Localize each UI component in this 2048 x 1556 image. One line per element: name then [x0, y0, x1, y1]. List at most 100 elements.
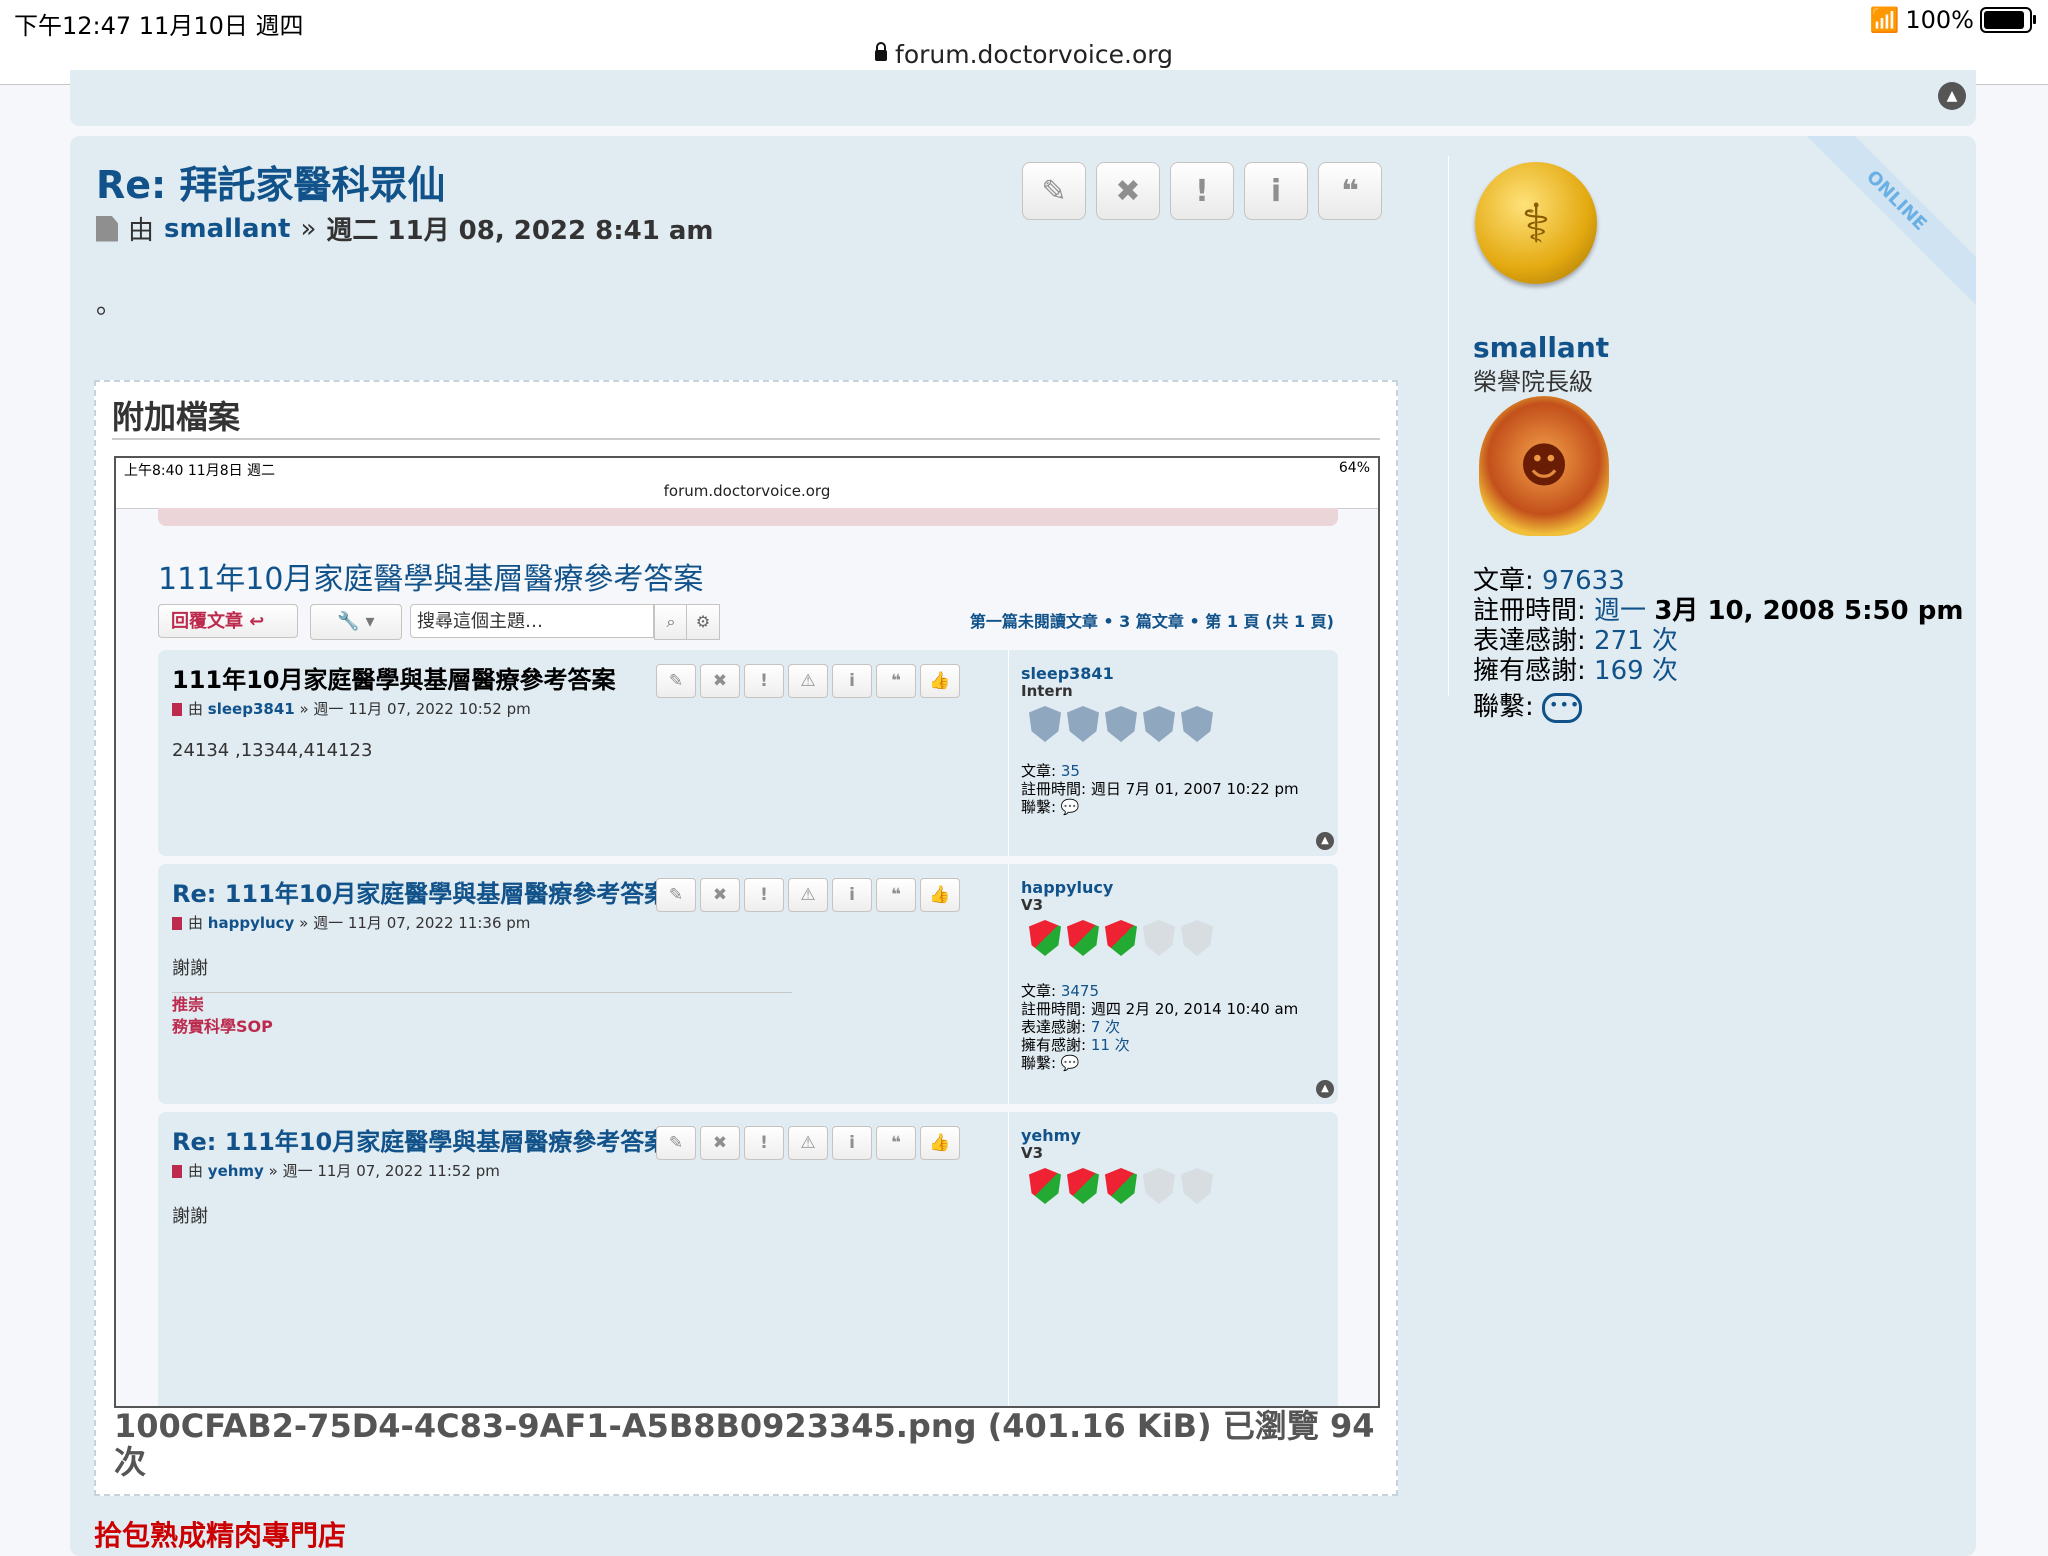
inner-top-icon: ▲ [1316, 1080, 1334, 1098]
warning-icon: ⚠ [788, 878, 828, 912]
inner-post-body: 24134 ,13344,414123 [172, 740, 373, 761]
inner-topic-title: 111年10月家庭醫學與基層醫療參考答案 [158, 562, 704, 597]
user-avatar[interactable]: ⚕ [1475, 162, 1597, 284]
post-title[interactable]: Re: 拜託家醫科眾仙 [96, 154, 445, 209]
inner-gear-icon: ⚙ [686, 604, 720, 640]
status-time: 下午12:47 11月10日 週四 [14, 12, 304, 40]
inner-profile: yehmy V3 [1008, 1112, 1213, 1406]
info-button[interactable]: i [1244, 162, 1308, 220]
close-icon: ✖ [1115, 173, 1141, 209]
profile-thanks-given-link[interactable]: 271 次 [1594, 626, 1678, 656]
profile-stats: 文章: 97633 註冊時間: 週一 3月 10, 2008 5:50 pm 表… [1473, 566, 1963, 723]
battery-icon [1980, 7, 2036, 33]
info-icon: i [832, 878, 872, 912]
profile-posts-link[interactable]: 97633 [1542, 566, 1625, 596]
inner-post-meta: 由 happylucy » 週一 11月 07, 2022 11:36 pm [172, 912, 530, 933]
lock-icon [875, 42, 888, 61]
attached-screenshot[interactable]: 上午8:40 11月8日 週二 64% forum.doctorvoice.or… [114, 456, 1380, 1408]
inner-username: sleep3841 [1021, 664, 1114, 683]
inner-signature-divider [172, 992, 792, 993]
attachment-divider [112, 438, 1380, 440]
caduceus-icon: ⚕ [1521, 191, 1551, 255]
edit-button[interactable]: ✎ [1022, 162, 1086, 220]
profile-username[interactable]: smallant [1473, 331, 1609, 364]
previous-post-panel: ▲ [70, 70, 1976, 126]
status-right: 📶 100% [1869, 6, 2036, 34]
profile-rank: 榮譽院長級 [1473, 368, 1593, 396]
thumbs-up-icon: 👍 [920, 664, 960, 698]
inner-reply-button: 回覆文章 ↩ [158, 604, 298, 638]
inner-post-body: 謝謝 [172, 958, 208, 979]
inner-username: yehmy [1021, 1126, 1081, 1145]
post-file-icon[interactable] [96, 215, 118, 242]
post-sep: » [300, 213, 317, 244]
post-author-link[interactable]: smallant [164, 214, 290, 244]
battery-percent: 100% [1905, 6, 1974, 34]
close-icon: ✖ [700, 1126, 740, 1160]
inner-stats: 文章: 35 註冊時間: 週日 7月 01, 2007 10:22 pm 聯繫:… [1021, 762, 1299, 816]
inner-status-bar: 上午8:40 11月8日 週二 64% forum.doctorvoice.or… [116, 458, 1378, 509]
inner-post-meta: 由 yehmy » 週一 11月 07, 2022 11:52 pm [172, 1160, 500, 1181]
inner-url: forum.doctorvoice.org [663, 482, 831, 500]
quote-icon: ❝ [876, 664, 916, 698]
inner-signature: 推崇 務實科學SOP [172, 995, 273, 1036]
quote-icon: ❝ [876, 878, 916, 912]
inner-search-input: 搜尋這個主題… [410, 604, 654, 638]
pencil-icon: ✎ [656, 1126, 696, 1160]
post-panel: Re: 拜託家醫科眾仙 由 smallant » 週二 11月 08, 2022… [70, 136, 1976, 1556]
inner-status-battery: 64% [1338, 460, 1370, 476]
inner-post-actions: ✎ ✖! ⚠ i ❝ 👍 [656, 878, 960, 912]
chat-icon: 💬 [1060, 1054, 1080, 1072]
attachment-caption: 100CFAB2-75D4-4C83-9AF1-A5B8B0923345.png… [114, 1407, 1375, 1481]
warning-icon: ⚠ [788, 1126, 828, 1160]
inner-profile: sleep3841 Intern 文章: 35 註冊時間: 週日 7月 01, … [1008, 650, 1299, 856]
exclamation-icon: ! [744, 878, 784, 912]
inner-rank: V3 [1021, 896, 1044, 914]
inner-status-time: 上午8:40 11月8日 週二 [124, 463, 276, 479]
post-actions: ✎ ✖ ! i ❝ [1022, 162, 1382, 220]
inner-stats: 文章: 3475 註冊時間: 週四 2月 20, 2014 10:40 am 表… [1021, 982, 1299, 1072]
contact-chat-icon[interactable] [1542, 690, 1583, 723]
inner-rank-badges [1029, 1168, 1213, 1204]
inner-username: happylucy [1021, 878, 1114, 897]
pencil-icon: ✎ [656, 878, 696, 912]
close-icon: ✖ [700, 878, 740, 912]
exclamation-icon: ! [1195, 173, 1209, 209]
wrench-icon: 🔧 ▾ [337, 611, 375, 632]
thumbs-up-icon: 👍 [920, 1126, 960, 1160]
back-to-top-icon[interactable]: ▲ [1938, 82, 1966, 110]
inner-rank: V3 [1021, 1144, 1044, 1162]
warning-icon: ⚠ [788, 664, 828, 698]
next-post-link[interactable]: 拾包熟成精肉專門店 [94, 1514, 346, 1554]
attachment-heading: 附加檔案 [112, 398, 241, 436]
thumbs-up-icon: 👍 [920, 878, 960, 912]
report-button[interactable]: ! [1170, 162, 1234, 220]
inner-profile: happylucy V3 文章: 3475 註冊時間: 週四 2月 20, 20… [1008, 864, 1298, 1104]
quote-icon: ❝ [876, 1126, 916, 1160]
inner-rank: Intern [1021, 682, 1073, 700]
inner-tools-button: 🔧 ▾ [310, 604, 402, 640]
url-text: forum.doctorvoice.org [895, 40, 1173, 69]
address-bar[interactable]: forum.doctorvoice.org [0, 40, 2048, 69]
inner-post-actions: ✎ ✖! ⚠ i ❝ 👍 [656, 664, 960, 698]
inner-post-1: 111年10月家庭醫學與基層醫療參考答案 由 sleep3841 » 週一 11… [158, 650, 1338, 856]
post-by: 由 [128, 216, 155, 246]
inner-post-2: Re: 111年10月家庭醫學與基層醫療參考答案 由 happylucy » 週… [158, 864, 1338, 1104]
chat-icon: 💬 [1060, 798, 1080, 816]
inner-post-title: Re: 111年10月家庭醫學與基層醫療參考答案 [172, 880, 669, 908]
inner-post-meta: 由 sleep3841 » 週一 11月 07, 2022 10:52 pm [172, 698, 531, 719]
inner-notice-strip [158, 508, 1338, 526]
info-icon: i [1270, 173, 1282, 209]
inner-rank-badges [1029, 706, 1213, 742]
pencil-icon: ✎ [656, 664, 696, 698]
attachment-box: 附加檔案 上午8:40 11月8日 週二 64% forum.doctorvoi… [94, 380, 1398, 1496]
rank-mask-icon: ☻ [1479, 396, 1609, 536]
delete-button[interactable]: ✖ [1096, 162, 1160, 220]
exclamation-icon: ! [744, 664, 784, 698]
info-icon: i [832, 1126, 872, 1160]
profile-thanks-received-link[interactable]: 169 次 [1594, 656, 1678, 686]
close-icon: ✖ [700, 664, 740, 698]
post-meta: 由 smallant » 週二 11月 08, 2022 8:41 am [96, 210, 714, 247]
quote-button[interactable]: ❝ [1318, 162, 1382, 220]
info-icon: i [832, 664, 872, 698]
